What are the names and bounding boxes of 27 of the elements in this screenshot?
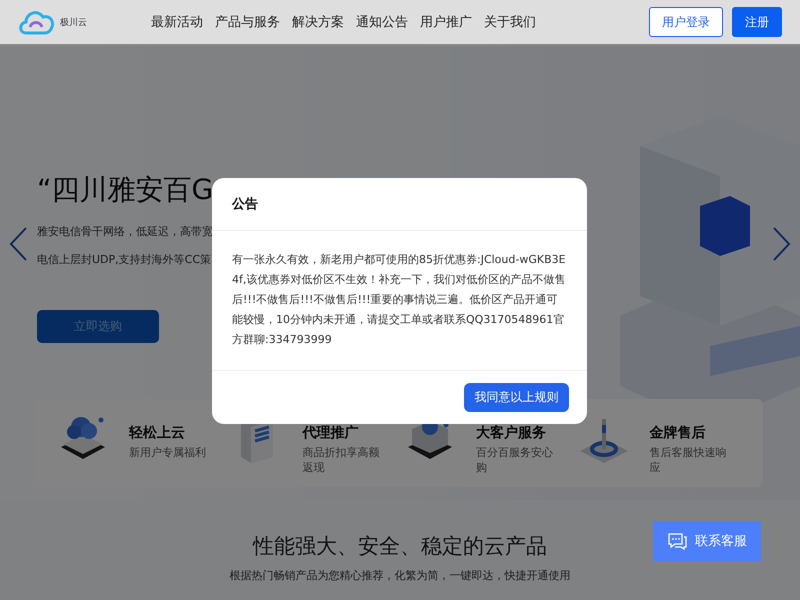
feature-description: 新用户专属福利 — [129, 445, 207, 460]
feature-title: 轻松上云 — [129, 424, 186, 442]
nav-link[interactable]: 用户推广 — [420, 13, 472, 31]
agree-button[interactable]: 我同意以上规则 — [464, 383, 569, 412]
hero-title: “四川雅安百G — [37, 172, 214, 208]
cloud-logo-icon — [18, 9, 56, 35]
dialog-title: 公告 — [212, 178, 587, 231]
feature-title: 金牌售后 — [650, 424, 706, 442]
nav-link[interactable]: 产品与服务 — [215, 13, 280, 31]
nav-link[interactable]: 关于我们 — [484, 13, 536, 31]
feature-description: 商品折扣享高额返现 — [302, 445, 380, 475]
section-subtitle: 根据热门畅销产品为您精心推荐，化繁为简，一键即达，快捷开通使用 — [230, 568, 570, 583]
feature-description: 百分百服务安心购 — [476, 445, 554, 475]
nav-link[interactable]: 最新活动 — [151, 13, 203, 31]
contact-service-button[interactable]: 联系客服 — [653, 521, 761, 561]
register-button[interactable]: 注册 — [732, 7, 782, 37]
login-button[interactable]: 用户登录 — [649, 7, 723, 37]
hero-text: 电信上层封UDP,支持封海外等CC策 — [37, 252, 212, 267]
logo-text: 极川云 — [60, 16, 87, 28]
nav-link[interactable]: 通知公告 — [356, 13, 408, 31]
feature-description: 售后客服快速响应 — [650, 445, 728, 475]
feature-title: 代理推广 — [302, 424, 360, 442]
chat-icon — [667, 532, 687, 550]
nav-link[interactable]: 解决方案 — [292, 13, 344, 31]
section-title: 性能强大、安全、稳定的云产品 — [253, 533, 547, 560]
notice-text: 有一张永久有效，新老用户都可使用的85折优惠券:JCloud-wGKB3E4f,该优惠券对低价区不生效！补充一下，我们对低价区的产品不做售后!!!不做售后!!!不做售后!!!重要的事情说三遍。低价区产品开通可能较慢，10分钟内未开通，请提交工单或者联系QQ3170548961官方群聊:334793999 — [212, 231, 587, 371]
feature-title: 大客户服务 — [476, 424, 547, 442]
